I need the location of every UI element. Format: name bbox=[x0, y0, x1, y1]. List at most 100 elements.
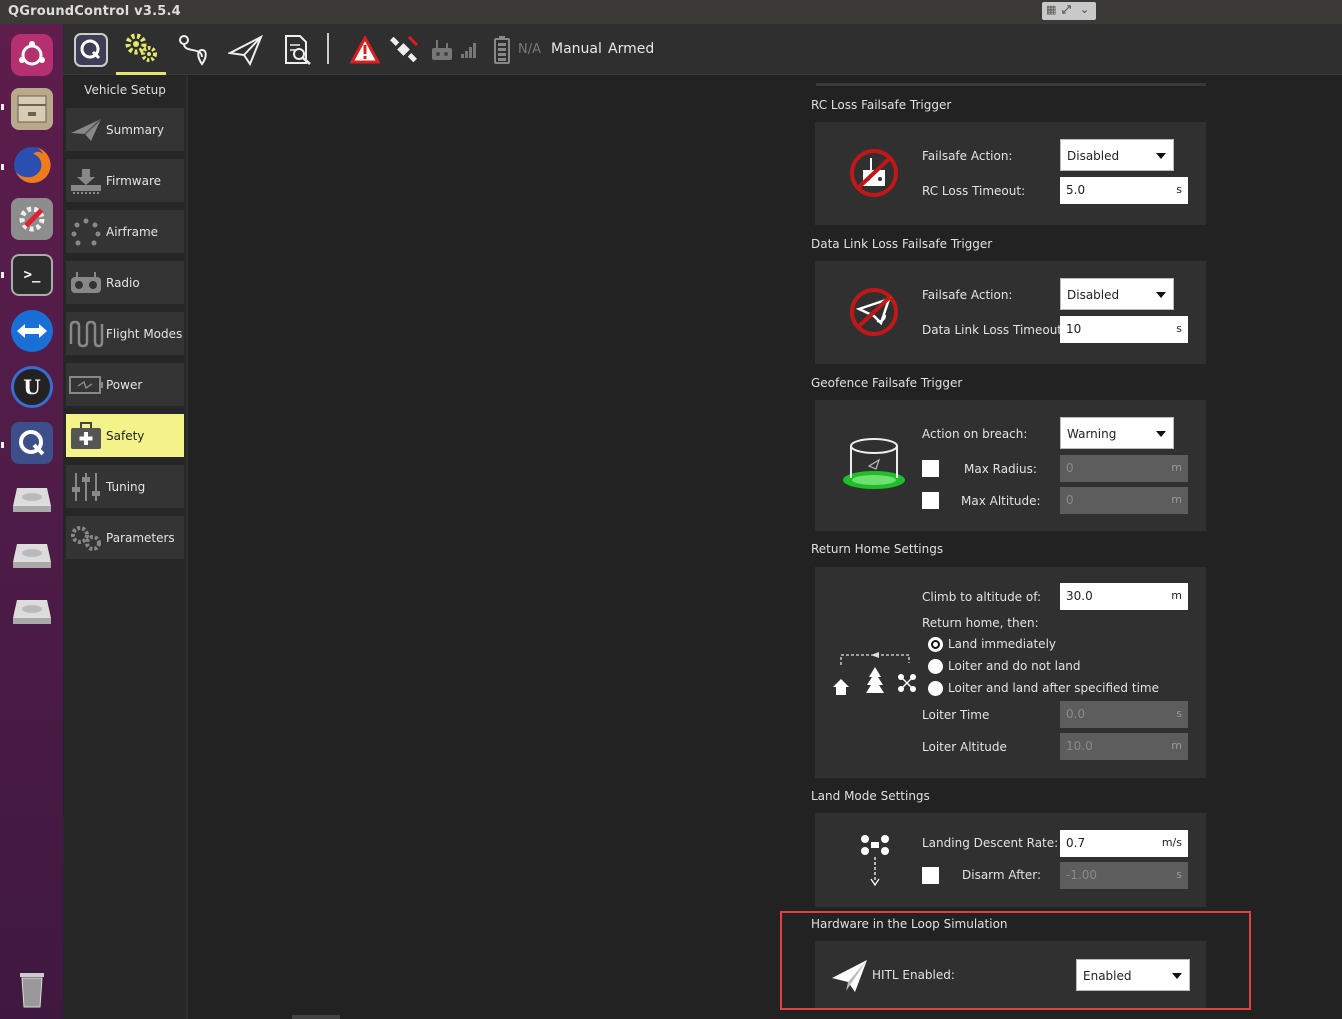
field-unit: m bbox=[1171, 739, 1182, 752]
drive-3-button[interactable] bbox=[7, 586, 57, 636]
nav-item-flight-modes[interactable]: Flight Modes bbox=[66, 312, 184, 355]
nav-item-tuning[interactable]: Tuning bbox=[66, 465, 184, 508]
nav-item-firmware[interactable]: Firmware bbox=[66, 159, 184, 202]
dropdown-arrow-icon bbox=[1156, 431, 1166, 437]
loiter-time-field[interactable]: 0.0 s bbox=[1060, 701, 1188, 728]
file-cabinet-icon bbox=[11, 88, 53, 130]
teamviewer-button[interactable] bbox=[7, 306, 57, 356]
waypoint-route-icon bbox=[179, 34, 207, 66]
geofence-header: Geofence Failsafe Trigger bbox=[811, 376, 963, 390]
fullscreen-icon[interactable]: ⤢ bbox=[1062, 3, 1071, 17]
field-value: 0 bbox=[1066, 461, 1074, 475]
rc-loss-timeout-field[interactable]: 5.0 s bbox=[1060, 177, 1188, 204]
rc-transmitter-icon bbox=[432, 39, 452, 60]
datalink-failsafe-action-label: Failsafe Action: bbox=[922, 288, 1013, 302]
battery-percentage: N/A bbox=[518, 42, 541, 57]
fly-view-button[interactable] bbox=[223, 24, 269, 75]
warning-icon bbox=[350, 35, 380, 63]
firefox-button[interactable] bbox=[7, 140, 57, 190]
files-app-button[interactable] bbox=[7, 84, 57, 134]
trash-button[interactable] bbox=[7, 964, 57, 1014]
running-indicator bbox=[1, 104, 4, 110]
loiter-altitude-field[interactable]: 10.0 m bbox=[1060, 733, 1188, 760]
landing-descent-field[interactable]: 0.7 m/s bbox=[1060, 830, 1188, 857]
geofence-action-select[interactable]: Warning bbox=[1060, 417, 1174, 449]
max-radius-label: Max Radius: bbox=[964, 462, 1037, 476]
qgroundcontrol-button[interactable] bbox=[7, 418, 57, 468]
battery-indicator[interactable] bbox=[491, 24, 513, 75]
settings-app-button[interactable] bbox=[7, 194, 57, 244]
messages-indicator[interactable] bbox=[345, 24, 385, 75]
safety-kit-icon bbox=[66, 414, 106, 457]
field-unit: s bbox=[1176, 322, 1182, 335]
nav-item-label: Flight Modes bbox=[106, 326, 183, 341]
field-value: 0.0 bbox=[1066, 707, 1086, 721]
max-radius-field[interactable]: 0m bbox=[1060, 455, 1188, 482]
land-immediately-label: Land immediately bbox=[948, 637, 1056, 651]
flight-modes-icon bbox=[66, 312, 106, 355]
nav-item-power[interactable]: Power bbox=[66, 363, 184, 406]
plan-view-button[interactable] bbox=[171, 24, 217, 75]
unreal-engine-button[interactable]: U bbox=[7, 362, 57, 412]
geofence-cylinder-icon bbox=[843, 438, 905, 489]
window-controls[interactable]: ▦ ⤢ ⌄ bbox=[1042, 2, 1096, 20]
loiter-no-land-radio[interactable] bbox=[928, 659, 943, 674]
qgc-home-button[interactable] bbox=[68, 24, 114, 75]
climb-altitude-field[interactable]: 30.0 m bbox=[1060, 583, 1188, 610]
drive-1-button[interactable] bbox=[7, 474, 57, 524]
datalink-failsafe-action-select[interactable]: Disabled bbox=[1060, 278, 1174, 310]
ubuntu-dash-button[interactable] bbox=[7, 30, 57, 80]
datalink-loss-timeout-field[interactable]: 10 s bbox=[1060, 316, 1188, 343]
loiter-altitude-label: Loiter Altitude bbox=[922, 740, 1007, 754]
power-icon bbox=[66, 363, 106, 406]
max-altitude-checkbox[interactable] bbox=[922, 492, 939, 509]
hard-drive-icon bbox=[11, 478, 53, 520]
nav-item-label: Firmware bbox=[106, 173, 161, 188]
parameters-gears-icon bbox=[66, 516, 106, 559]
horizontal-scrollbar[interactable] bbox=[292, 1015, 340, 1019]
nav-item-label: Tuning bbox=[106, 479, 146, 494]
nav-item-parameters[interactable]: Parameters bbox=[66, 516, 184, 559]
datalink-loss-header: Data Link Loss Failsafe Trigger bbox=[811, 237, 993, 251]
field-unit: s bbox=[1176, 183, 1182, 196]
document-search-icon bbox=[285, 34, 311, 65]
chevron-down-icon[interactable]: ⌄ bbox=[1080, 3, 1089, 16]
disarm-after-checkbox[interactable] bbox=[922, 867, 939, 884]
gps-indicator[interactable] bbox=[385, 24, 423, 75]
arm-state-button[interactable]: Armed bbox=[608, 41, 654, 57]
field-unit: m/s bbox=[1161, 836, 1182, 849]
rc-loss-header: RC Loss Failsafe Trigger bbox=[811, 98, 952, 112]
max-radius-checkbox[interactable] bbox=[922, 460, 939, 477]
landing-descent-label: Landing Descent Rate: bbox=[922, 836, 1059, 850]
disarm-after-field[interactable]: -1.00 s bbox=[1060, 862, 1188, 889]
flight-mode-selector[interactable]: Manual bbox=[551, 41, 602, 57]
nav-item-label: Parameters bbox=[106, 530, 175, 545]
nav-item-radio[interactable]: Radio bbox=[66, 261, 184, 304]
rc-failsafe-action-select[interactable]: Disabled bbox=[1060, 139, 1174, 171]
analyze-view-button[interactable] bbox=[275, 24, 321, 75]
dropdown-arrow-icon bbox=[1156, 153, 1166, 159]
land-mode-panel: Landing Descent Rate: 0.7 m/s Disarm Afte… bbox=[815, 813, 1206, 907]
field-value: 10.0 bbox=[1066, 739, 1093, 753]
gears-icon bbox=[125, 33, 157, 62]
loiter-then-land-radio[interactable] bbox=[928, 681, 943, 696]
rc-loss-timeout-label: RC Loss Timeout: bbox=[922, 184, 1026, 198]
nav-item-safety[interactable]: Safety bbox=[66, 414, 184, 457]
nav-item-summary[interactable]: Summary bbox=[66, 108, 184, 151]
tuning-sliders-icon bbox=[66, 465, 106, 508]
grid-icon[interactable]: ▦ bbox=[1046, 3, 1056, 16]
airframe-icon bbox=[66, 210, 106, 253]
nav-item-airframe[interactable]: Airframe bbox=[66, 210, 184, 253]
datalink-loss-timeout-label: Data Link Loss Timeout: bbox=[922, 323, 1067, 337]
rc-loss-panel: Failsafe Action: Disabled RC Loss Timeou… bbox=[815, 122, 1206, 225]
firefox-icon bbox=[11, 144, 53, 186]
max-altitude-field[interactable]: 0m bbox=[1060, 487, 1188, 514]
hitl-highlight-box bbox=[780, 911, 1251, 1010]
vehicle-setup-button[interactable] bbox=[116, 24, 166, 75]
drive-2-button[interactable] bbox=[7, 530, 57, 580]
land-immediately-radio[interactable] bbox=[928, 637, 943, 652]
landing-descent-icon bbox=[861, 835, 889, 887]
terminal-button[interactable]: >_ bbox=[7, 250, 57, 300]
rc-rssi-indicator[interactable] bbox=[429, 24, 455, 75]
field-unit: m bbox=[1171, 589, 1182, 602]
